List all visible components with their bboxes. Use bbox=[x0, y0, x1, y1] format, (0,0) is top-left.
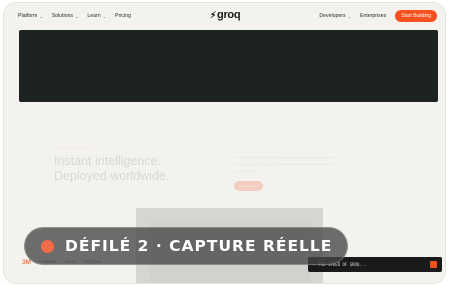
hero-headline: Instant intelligence. Deployed worldwide… bbox=[54, 154, 169, 184]
nav-item-label: Developers bbox=[319, 13, 346, 19]
bolt-icon: ⚡︎ bbox=[210, 9, 217, 20]
nav-item-label: Platform bbox=[18, 13, 38, 19]
nav-item-pricing[interactable]: Pricing bbox=[115, 13, 131, 19]
nav-item-enterprises[interactable]: Enterprises bbox=[360, 13, 386, 19]
groq-logo[interactable]: ⚡︎ groq bbox=[210, 9, 241, 21]
headline-line-2: Deployed worldwide. bbox=[54, 169, 170, 183]
tagline-decoration: ──────────── bbox=[56, 145, 95, 150]
chevron-down-icon: ⌄ bbox=[39, 13, 43, 19]
capture-overlay-badge: DÉFILÉ 2 · CAPTURE RÉELLE bbox=[24, 227, 348, 265]
nav-item-solutions[interactable]: Solutions ⌄ bbox=[52, 13, 79, 19]
chevron-down-icon: ⌄ bbox=[75, 13, 79, 19]
chevron-down-icon: ⌄ bbox=[347, 13, 351, 19]
nav-item-learn[interactable]: Learn ⌄ bbox=[87, 13, 106, 19]
nav-item-developers[interactable]: Developers ⌄ bbox=[319, 13, 351, 19]
chevron-down-icon: ⌄ bbox=[102, 13, 107, 19]
console-send-icon[interactable] bbox=[430, 261, 437, 268]
nav-item-platform[interactable]: Platform ⌄ bbox=[18, 13, 43, 19]
top-nav: Platform ⌄ Solutions ⌄ Learn ⌄ Pricing ⚡… bbox=[4, 3, 445, 29]
hero-body-placeholder: ─────────────────────────────── ─────────… bbox=[234, 155, 335, 174]
headline-line-1: Instant intelligence. bbox=[54, 154, 162, 168]
nav-item-label: Solutions bbox=[51, 13, 74, 19]
start-building-button[interactable]: Start Building bbox=[395, 10, 437, 22]
nav-item-label: Enterprises bbox=[360, 13, 387, 19]
record-dot-icon bbox=[41, 239, 54, 253]
nav-item-label: Learn bbox=[87, 13, 101, 19]
nav-right: Developers ⌄ Enterprises Start Building bbox=[319, 10, 437, 22]
logo-text: groq bbox=[217, 9, 241, 21]
hero-button[interactable]: ────── bbox=[234, 181, 264, 191]
nav-left: Platform ⌄ Solutions ⌄ Learn ⌄ Pricing bbox=[18, 13, 131, 19]
overlay-label: DÉFILÉ 2 · CAPTURE RÉELLE bbox=[65, 237, 333, 255]
hero-dark-block bbox=[19, 30, 438, 102]
nav-item-label: Pricing bbox=[115, 13, 131, 19]
